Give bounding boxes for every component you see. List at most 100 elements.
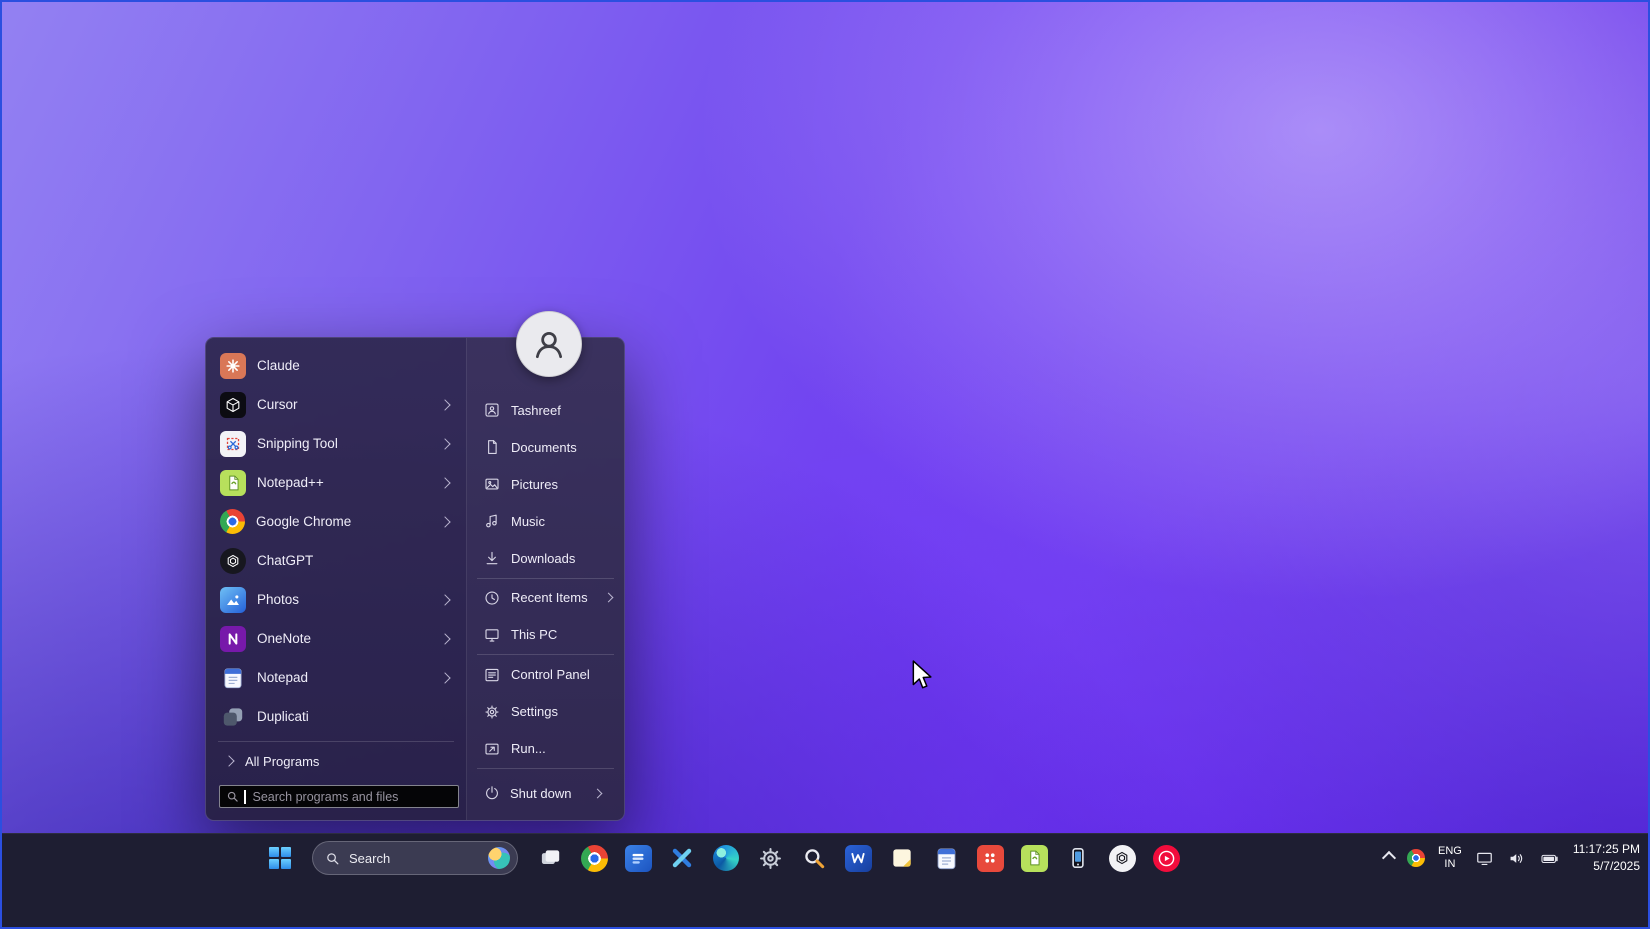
menu-item-documents[interactable]: Documents xyxy=(467,429,624,466)
app-label: Snipping Tool xyxy=(257,436,338,451)
menu-item-chatgpt[interactable]: ChatGPT xyxy=(206,541,466,580)
task-view-icon[interactable] xyxy=(530,838,570,878)
app-label: Notepad++ xyxy=(257,475,324,490)
taskbar-search-box[interactable]: Search xyxy=(312,841,518,875)
place-label: Pictures xyxy=(511,477,558,492)
menu-item-onenote[interactable]: OneNote xyxy=(206,619,466,658)
tray-time: 11:17:25 PM xyxy=(1573,841,1640,858)
taskbar-row: Search xyxy=(0,834,1650,882)
menu-item-cursor[interactable]: Cursor xyxy=(206,385,466,424)
search-highlights-icon xyxy=(488,847,510,869)
menu-item-claude[interactable]: Claude xyxy=(206,346,466,385)
system-tray: ENG IN 11:17:25 PM 5/7/2025 xyxy=(1384,834,1640,882)
app-label: Photos xyxy=(257,592,299,607)
submenu-chevron-icon xyxy=(604,593,614,603)
place-label: This PC xyxy=(511,627,557,642)
menu-separator xyxy=(477,654,614,655)
windows-logo-icon xyxy=(269,847,291,869)
user-silhouette-icon xyxy=(531,326,567,362)
start-menu-app-list: Claude Cursor Snipping Tool N xyxy=(206,338,466,820)
menu-separator xyxy=(477,768,614,769)
menu-item-run[interactable]: Run... xyxy=(467,730,624,767)
notepad-plus-plus-icon[interactable] xyxy=(1014,838,1054,878)
search-app-icon[interactable] xyxy=(794,838,834,878)
search-icon xyxy=(226,790,239,803)
notepad-icon xyxy=(220,665,246,691)
submenu-chevron-icon xyxy=(439,672,450,683)
place-label: Control Panel xyxy=(511,667,590,682)
download-icon xyxy=(483,549,501,567)
menu-item-recent-items[interactable]: Recent Items xyxy=(467,580,624,617)
chatgpt-icon xyxy=(220,548,246,574)
control-panel-icon xyxy=(483,666,501,684)
chatgpt-icon[interactable] xyxy=(1102,838,1142,878)
language-indicator[interactable]: ENG IN xyxy=(1438,845,1462,871)
start-search-row xyxy=(206,785,466,808)
shutdown-button[interactable]: Shut down xyxy=(467,770,624,820)
volume-icon[interactable] xyxy=(1507,849,1526,868)
menu-item-notepad-plus-plus[interactable]: Notepad++ xyxy=(206,463,466,502)
menu-item-control-panel[interactable]: Control Panel xyxy=(467,656,624,693)
sticky-notes-icon[interactable] xyxy=(882,838,922,878)
submenu-chevron-icon xyxy=(439,594,450,605)
blue-app-icon[interactable] xyxy=(618,838,658,878)
all-programs-item[interactable]: All Programs xyxy=(206,746,466,776)
submenu-chevron-icon xyxy=(439,516,450,527)
picture-icon xyxy=(483,475,501,493)
start-menu: Claude Cursor Snipping Tool N xyxy=(205,337,625,821)
menu-item-photos[interactable]: Photos xyxy=(206,580,466,619)
app-label: ChatGPT xyxy=(257,553,313,568)
all-programs-chevron-icon xyxy=(223,755,234,766)
phone-link-icon[interactable] xyxy=(1058,838,1098,878)
place-label: Recent Items xyxy=(511,590,588,605)
hidden-icons-chevron-icon[interactable] xyxy=(1382,851,1396,865)
menu-item-this-pc[interactable]: This PC xyxy=(467,616,624,653)
app-label: Google Chrome xyxy=(256,514,351,529)
app-label: Notepad xyxy=(257,670,308,685)
menu-item-pictures[interactable]: Pictures xyxy=(467,466,624,503)
taskbar: Search xyxy=(0,833,1650,929)
start-menu-places: Tashreef Documents Pictures Music Downlo… xyxy=(466,338,624,820)
word-icon[interactable] xyxy=(838,838,878,878)
start-button[interactable] xyxy=(260,838,300,878)
network-icon[interactable] xyxy=(1475,849,1494,868)
app-label: Cursor xyxy=(257,397,298,412)
notepad-icon[interactable] xyxy=(926,838,966,878)
menu-item-settings[interactable]: Settings xyxy=(467,693,624,730)
mouse-cursor xyxy=(910,660,938,692)
menu-item-google-chrome[interactable]: Google Chrome xyxy=(206,502,466,541)
menu-item-snipping-tool[interactable]: Snipping Tool xyxy=(206,424,466,463)
menu-item-music[interactable]: Music xyxy=(467,503,624,540)
monitor-icon xyxy=(483,626,501,644)
app-label: OneNote xyxy=(257,631,311,646)
submenu-chevron-icon xyxy=(439,633,450,644)
place-label: Run... xyxy=(511,741,546,756)
start-search-input[interactable] xyxy=(251,789,453,805)
user-avatar[interactable] xyxy=(516,311,582,377)
menu-item-downloads[interactable]: Downloads xyxy=(467,540,624,577)
start-search-box[interactable] xyxy=(219,785,459,808)
document-icon xyxy=(483,438,501,456)
settings-gear-icon[interactable] xyxy=(750,838,790,878)
run-icon xyxy=(483,740,501,758)
menu-item-notepad[interactable]: Notepad xyxy=(206,658,466,697)
gear-icon xyxy=(483,703,501,721)
menu-item-user[interactable]: Tashreef xyxy=(467,392,624,429)
battery-icon[interactable] xyxy=(1539,849,1560,868)
shutdown-options-chevron-icon[interactable] xyxy=(593,788,603,798)
red-dots-app-icon[interactable] xyxy=(970,838,1010,878)
clock[interactable]: 11:17:25 PM 5/7/2025 xyxy=(1573,841,1640,875)
chrome-icon[interactable] xyxy=(574,838,614,878)
search-icon xyxy=(325,851,340,866)
place-label: Settings xyxy=(511,704,558,719)
menu-separator xyxy=(218,741,454,742)
chrome-tray-icon[interactable] xyxy=(1407,849,1425,867)
language-primary: ENG xyxy=(1438,845,1462,858)
duplicati-icon xyxy=(220,704,246,730)
menu-item-duplicati[interactable]: Duplicati xyxy=(206,697,466,736)
photos-icon xyxy=(220,587,246,613)
place-label: Downloads xyxy=(511,551,575,566)
x-app-icon[interactable] xyxy=(662,838,702,878)
edge-icon[interactable] xyxy=(706,838,746,878)
youtube-music-icon[interactable] xyxy=(1146,838,1186,878)
